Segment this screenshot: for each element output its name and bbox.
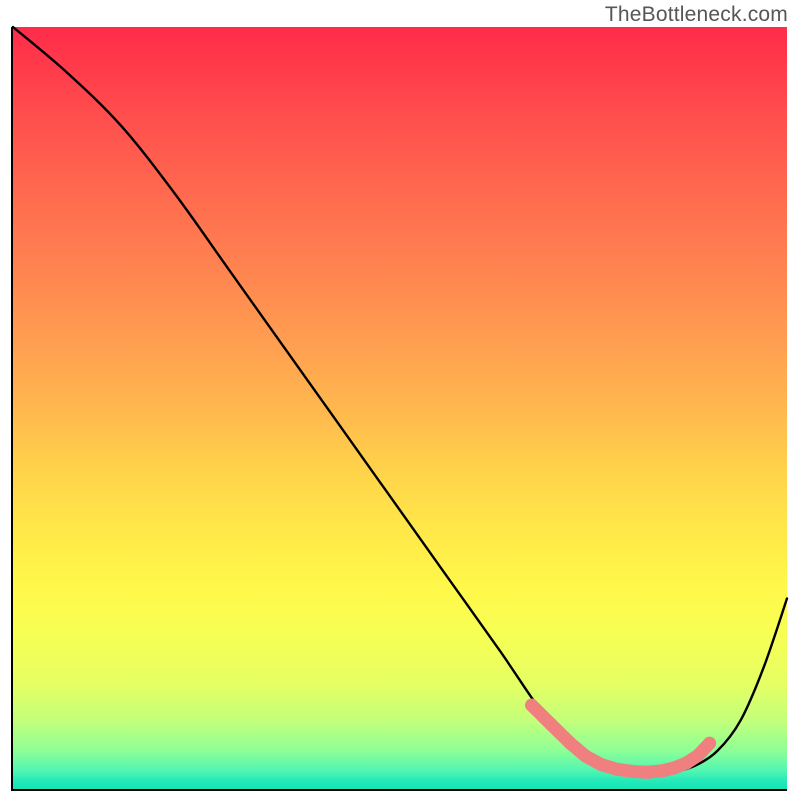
curve-layer — [13, 27, 787, 789]
highlight-dot — [564, 737, 577, 750]
highlight-dot — [626, 765, 639, 778]
highlight-dot — [610, 763, 623, 776]
bottleneck-curve — [13, 27, 787, 774]
highlight-dot — [668, 761, 681, 774]
highlight-dot — [579, 750, 592, 763]
watermark-text: TheBottleneck.com — [605, 3, 788, 27]
plot-area — [13, 27, 787, 789]
highlight-dot — [525, 699, 538, 712]
highlight-dot — [595, 758, 608, 771]
highlight-dots — [525, 699, 716, 779]
highlight-dot — [641, 766, 654, 779]
highlight-dot — [680, 757, 693, 770]
highlight-dot — [544, 718, 557, 731]
highlight-dot — [657, 764, 670, 777]
chart-stage: TheBottleneck.com — [0, 0, 800, 800]
highlight-dot — [703, 737, 716, 750]
highlight-dot — [691, 749, 704, 762]
